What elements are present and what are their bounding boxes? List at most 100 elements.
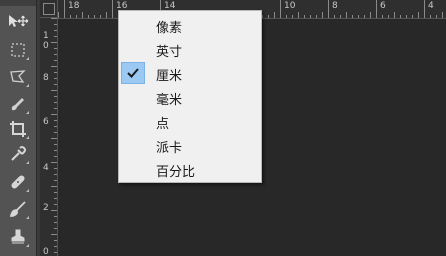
menu-item-label: 像素 [156,21,183,36]
ruler-tick [382,15,383,18]
ruler-tick [54,120,57,121]
ruler-tick [51,186,57,187]
ruler-units-menu: 像素 英寸 厘米 毫米 点 派卡 百分比 [118,10,262,183]
ruler-tick [54,240,57,241]
ruler-tick [334,15,335,18]
ruler-tick [54,84,57,85]
ruler-tick [54,216,57,217]
ruler-tick [340,15,341,18]
ruler-label: 0 [43,41,49,51]
ruler-tick [412,15,413,18]
ruler-tick [430,15,431,18]
ruler-tick [286,15,287,18]
ruler-tick [51,162,57,163]
marquee-tool[interactable] [6,39,30,61]
menu-item-label: 毫米 [156,93,183,108]
menu-item-millimeters[interactable]: 毫米 [119,85,261,109]
ruler-tick [322,12,323,18]
ruler-label: 0 [43,247,49,256]
menu-item-label: 派卡 [156,141,183,156]
ruler-tick [388,15,389,18]
ruler-tick [54,96,57,97]
ruler-tick [51,114,57,115]
menu-item-percent[interactable]: 百分比 [119,157,261,181]
eyedropper-icon [11,146,26,161]
ruler-label: 18 [68,1,80,11]
quick-selection-tool[interactable] [6,93,30,115]
ruler-tick [51,18,57,19]
ruler-tick [316,15,317,18]
panel-grip[interactable] [0,0,36,6]
ruler-origin[interactable] [40,0,58,18]
menu-item-picas[interactable]: 派卡 [119,133,261,157]
ruler-tick [106,12,107,18]
ruler-tick [54,156,57,157]
ruler-tick [54,24,57,25]
ruler-tick [292,15,293,18]
ruler-tick [54,108,57,109]
move-icon [9,15,29,27]
ruler-label: 6 [43,117,49,127]
menu-item-points[interactable]: 点 [119,109,261,133]
healing-brush-tool[interactable] [6,171,30,193]
ruler-label: 4 [43,163,49,173]
ruler-label: 6 [380,1,386,11]
ruler-tick [280,0,281,18]
ruler-tick [310,15,311,18]
vertical-ruler[interactable]: 1086420 [40,18,58,256]
brush-icon [10,201,26,217]
tools-panel [0,0,37,256]
ruler-label: 2 [43,203,49,213]
ruler-tick [54,150,57,151]
ruler-tick [76,15,77,18]
ruler-tick [442,12,443,18]
ruler-tick [51,42,57,43]
ruler-tick [54,78,57,79]
ruler-tick [100,15,101,18]
ruler-tick [370,12,371,18]
ruler-tick [54,198,57,199]
ruler-tick [394,12,395,18]
ruler-tick [400,15,401,18]
ruler-tick [424,0,425,18]
polygonal-lasso-icon [10,70,26,83]
ruler-tick [51,66,57,67]
stamp-tool[interactable] [6,226,30,248]
ruler-tick [94,15,95,18]
ruler-tick [54,174,57,175]
ruler-tick [54,252,57,253]
menu-item-label: 点 [156,117,170,132]
eyedropper-tool[interactable] [6,143,30,165]
ruler-label: 1 [43,31,49,41]
ruler-label: 10 [284,1,296,11]
brush-tool[interactable] [6,198,30,220]
ruler-tick [352,15,353,18]
menu-item-label: 厘米 [156,69,183,84]
ruler-tick [358,15,359,18]
quick-selection-icon [11,98,24,111]
ruler-tick [54,222,57,223]
ruler-tick [54,30,57,31]
checkmark-icon [121,62,145,84]
marquee-icon [11,43,25,57]
ruler-tick [51,138,57,139]
ruler-tick [58,12,59,18]
ruler-tick [70,15,71,18]
move-tool[interactable] [6,10,30,32]
ruler-tick [112,0,113,18]
ruler-tick [54,48,57,49]
ruler-tick [298,12,299,18]
ruler-tick [328,0,329,18]
ruler-tick [54,204,57,205]
menu-item-centimeters[interactable]: 厘米 [119,61,261,85]
ruler-tick [54,180,57,181]
ruler-tick [54,36,57,37]
crop-tool[interactable] [6,118,30,140]
ruler-tick [54,228,57,229]
menu-item-label: 英寸 [156,45,183,60]
lasso-tool[interactable] [6,66,30,88]
menu-item-pixels[interactable]: 像素 [119,13,261,37]
menu-item-inches[interactable]: 英寸 [119,37,261,61]
ruler-tick [82,12,83,18]
ruler-tick [54,168,57,169]
